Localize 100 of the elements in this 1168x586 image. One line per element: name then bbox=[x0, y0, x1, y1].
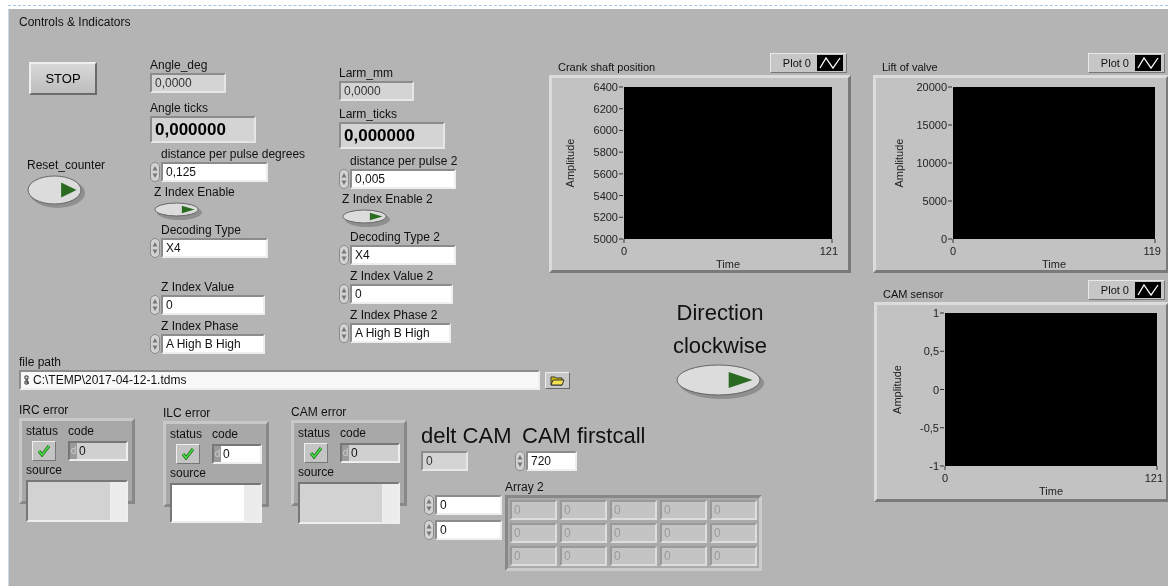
toggle-switch[interactable] bbox=[154, 202, 203, 221]
tick-label: 5000 bbox=[922, 195, 947, 207]
source-label: source bbox=[26, 463, 63, 478]
plot-line-icon bbox=[1135, 282, 1161, 298]
toggle-switch[interactable] bbox=[675, 364, 765, 400]
stop-button[interactable]: STOP bbox=[29, 62, 97, 95]
value-field[interactable]: 720 bbox=[526, 451, 577, 471]
control-label: Z Index Phase 2 bbox=[349, 308, 438, 323]
check-icon bbox=[310, 447, 322, 459]
tick-label: 0,5 bbox=[923, 345, 939, 358]
panel-title: Controls & Indicators bbox=[19, 15, 131, 29]
control-label: Larm_ticks bbox=[339, 107, 397, 122]
toggle-switch[interactable] bbox=[342, 209, 391, 228]
graph-title: Lift of valve bbox=[881, 60, 938, 75]
spinner-icon[interactable] bbox=[424, 520, 434, 540]
tick-label: 0 bbox=[932, 383, 939, 396]
control-label: Decoding Type bbox=[160, 223, 241, 238]
spinner-icon[interactable] bbox=[150, 334, 160, 354]
graph-title: CAM sensor bbox=[882, 287, 944, 302]
status-label: status bbox=[298, 426, 330, 441]
tick-label: 0 bbox=[620, 245, 628, 257]
code-label: code bbox=[212, 427, 239, 442]
spinner-icon[interactable] bbox=[339, 245, 349, 265]
numeric-indicator: 0 bbox=[421, 451, 468, 471]
value-field[interactable]: 0,005 bbox=[350, 169, 456, 189]
path-icon bbox=[24, 375, 30, 385]
control-label: Z Index Enable 2 bbox=[342, 192, 433, 207]
axis-title: Amplitude bbox=[891, 365, 903, 414]
spinner-icon[interactable] bbox=[150, 162, 160, 182]
tick-label: 121 bbox=[1144, 472, 1163, 484]
status-checkbox[interactable] bbox=[176, 444, 200, 464]
tick-label: 5800 bbox=[593, 146, 618, 159]
control-label: Larm_mm bbox=[339, 66, 393, 81]
spinner-icon[interactable] bbox=[339, 323, 349, 343]
status-label: status bbox=[170, 427, 202, 442]
control-label: Angle ticks bbox=[150, 101, 209, 116]
spinner-icon[interactable] bbox=[339, 169, 349, 189]
numeric-indicator: 0,0000 bbox=[339, 81, 414, 101]
tick-label: -1 bbox=[929, 460, 939, 472]
control-label: Angle_deg bbox=[150, 58, 208, 73]
browse-button[interactable] bbox=[545, 371, 570, 389]
spinner-icon[interactable] bbox=[339, 284, 349, 304]
tick-label: 0 bbox=[940, 233, 947, 245]
tick-label: 5600 bbox=[593, 167, 618, 180]
status-label: status bbox=[26, 424, 58, 439]
numeric-indicator: 0,000000 bbox=[150, 116, 256, 143]
value-field[interactable]: X4 bbox=[161, 238, 268, 258]
plot-legend[interactable]: Plot 0 bbox=[1087, 53, 1165, 73]
control-label: Direction clockwise bbox=[671, 299, 769, 360]
cluster-label: CAM error bbox=[291, 405, 347, 420]
tick-label: 0 bbox=[949, 245, 957, 257]
code-value: 0 bbox=[350, 446, 358, 460]
spinner-icon[interactable] bbox=[150, 295, 160, 315]
value-field[interactable]: 0 bbox=[161, 295, 265, 315]
tick-label: 6400 bbox=[593, 81, 618, 93]
tick-label: 6200 bbox=[593, 102, 618, 115]
spinner-icon[interactable] bbox=[424, 495, 434, 515]
value-field[interactable]: A High B High bbox=[350, 323, 451, 343]
spinner-icon[interactable] bbox=[150, 238, 160, 258]
control-label: Z Index Phase bbox=[160, 319, 239, 334]
value-field[interactable]: 0,125 bbox=[161, 162, 268, 182]
value-field[interactable]: X4 bbox=[350, 245, 456, 265]
code-value: 0 bbox=[222, 447, 230, 461]
path-field[interactable]: C:\TEMP\2017-04-12-1.tdms bbox=[19, 370, 540, 390]
plot-legend[interactable]: Plot 0 bbox=[1087, 280, 1165, 300]
value-field[interactable]: 0 bbox=[350, 284, 453, 304]
code-label: code bbox=[68, 424, 95, 439]
array-label: Array 2 bbox=[505, 480, 544, 495]
plot-legend[interactable]: Plot 0 bbox=[769, 53, 847, 73]
tick-label: 0 bbox=[941, 472, 949, 484]
value-field[interactable]: A High B High bbox=[161, 334, 265, 354]
control-label: Reset_counter bbox=[27, 158, 106, 173]
tick-label: 1 bbox=[932, 307, 939, 319]
plot-line-icon bbox=[1135, 55, 1161, 71]
legend-label: Plot 0 bbox=[1100, 57, 1129, 69]
tick-label: 5400 bbox=[593, 189, 618, 202]
control-label: Decoding Type 2 bbox=[349, 230, 440, 245]
check-icon bbox=[38, 445, 50, 457]
tick-label: 20000 bbox=[916, 81, 947, 93]
source-label: source bbox=[170, 466, 207, 481]
axis-title: Amplitude bbox=[893, 138, 905, 188]
numeric-indicator: 0,0000 bbox=[150, 73, 226, 93]
control-label: Z Index Value bbox=[160, 280, 235, 295]
spinner-icon[interactable] bbox=[515, 451, 525, 471]
control-label: distance per pulse degrees bbox=[160, 147, 306, 162]
plot-line-icon bbox=[817, 55, 843, 71]
control-label: CAM firstcall bbox=[521, 422, 646, 450]
control-label: delt CAM bbox=[421, 422, 512, 450]
source-label: source bbox=[298, 465, 335, 480]
tick-label: 5000 bbox=[593, 233, 618, 245]
source-field[interactable] bbox=[170, 483, 262, 523]
tick-label: 6000 bbox=[593, 124, 618, 137]
axis-title: Time bbox=[716, 258, 740, 270]
tick-label: -0,5 bbox=[920, 421, 939, 434]
control-label: file path bbox=[19, 355, 62, 370]
toggle-switch[interactable] bbox=[27, 175, 86, 209]
legend-label: Plot 0 bbox=[782, 57, 811, 69]
graph-title: Crank shaft position bbox=[557, 60, 656, 75]
axis-title: Time bbox=[1042, 258, 1066, 270]
check-icon bbox=[182, 448, 194, 460]
